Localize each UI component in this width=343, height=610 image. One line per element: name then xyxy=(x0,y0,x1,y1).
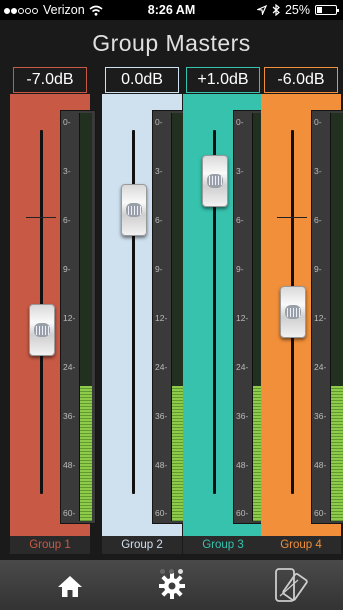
group-name-label: Group 4 xyxy=(261,536,341,554)
meter-scale-label: 24- xyxy=(236,362,249,372)
status-bar: Verizon 8:26 AM 25% xyxy=(0,0,343,20)
battery-percent: 25% xyxy=(284,3,310,17)
battery-icon xyxy=(315,5,339,15)
meter-bar xyxy=(79,113,92,521)
meter-scale-label: 9- xyxy=(155,264,163,274)
bluetooth-icon xyxy=(272,4,280,16)
meter-scale-label: 0- xyxy=(63,117,71,127)
meter-scale-label: 0- xyxy=(236,117,244,127)
meter-scale-label: 60- xyxy=(155,508,168,518)
meter-scale-label: 3- xyxy=(314,166,322,176)
meter-bar xyxy=(330,113,343,521)
fader-handle[interactable] xyxy=(121,184,147,237)
group-name-label: Group 3 xyxy=(183,536,263,554)
meter-scale-label: 12- xyxy=(236,313,249,323)
meter-scale-label: 36- xyxy=(63,411,76,421)
gain-readout[interactable]: -6.0dB xyxy=(264,67,338,93)
meter-scale-label: 24- xyxy=(155,362,168,372)
meter-scale-label: 60- xyxy=(236,508,249,518)
meter-scale-label: 9- xyxy=(314,264,322,274)
meter-scale-label: 48- xyxy=(236,460,249,470)
group-name-label: Group 2 xyxy=(102,536,182,554)
meter-scale-label: 24- xyxy=(63,362,76,372)
meter-level xyxy=(331,386,343,521)
meter-scale-label: 60- xyxy=(63,508,76,518)
meter-scale-label: 6- xyxy=(236,215,244,225)
meter-scale-label: 3- xyxy=(155,166,163,176)
page-indicator xyxy=(0,561,343,579)
fader-handle[interactable] xyxy=(29,304,55,357)
fader-handle[interactable] xyxy=(202,154,228,207)
location-arrow-icon xyxy=(256,5,267,15)
meter-scale-label: 6- xyxy=(155,215,163,225)
meter-scale-label: 0- xyxy=(155,117,163,127)
page-dot[interactable] xyxy=(178,569,183,574)
gain-readout[interactable]: -7.0dB xyxy=(13,67,87,93)
fader-handle[interactable] xyxy=(280,286,306,338)
page-dot[interactable] xyxy=(169,569,174,574)
meter-level xyxy=(80,386,92,521)
meter-scale-label: 6- xyxy=(63,215,71,225)
meter-scale-label: 3- xyxy=(63,166,71,176)
meter-scale-label: 36- xyxy=(155,411,168,421)
meter-scale-label: 12- xyxy=(63,313,76,323)
status-right: 25% xyxy=(256,3,339,17)
meter-scale-label: 48- xyxy=(63,460,76,470)
meter-scale-label: 3- xyxy=(236,166,244,176)
grip-icon xyxy=(34,323,50,338)
page-dot[interactable] xyxy=(160,569,165,574)
grip-icon xyxy=(285,305,301,319)
group-name-label: Group 1 xyxy=(10,536,90,554)
meter-scale-label: 24- xyxy=(314,362,327,372)
gain-readout[interactable]: 0.0dB xyxy=(105,67,179,93)
meter-scale-label: 9- xyxy=(63,264,71,274)
meter-scale-label: 0- xyxy=(314,117,322,127)
meter-scale-label: 48- xyxy=(314,460,327,470)
meter-scale-label: 36- xyxy=(314,411,327,421)
meter-scale-label: 12- xyxy=(314,313,327,323)
group-strip-3: 0- 3- 6- 9- 12- 24- 36- 48- 60- Group 3 xyxy=(183,94,269,554)
level-meter: 0- 3- 6- 9- 12- 24- 36- 48- 60- xyxy=(311,110,343,524)
page-title: Group Masters xyxy=(92,30,251,56)
unity-mark xyxy=(277,217,307,218)
grip-icon xyxy=(207,173,223,188)
meter-scale-label: 48- xyxy=(155,460,168,470)
grip-icon xyxy=(126,203,142,218)
meter-scale-label: 60- xyxy=(314,508,327,518)
group-strip-4: 0- 3- 6- 9- 12- 24- 36- 48- 60- Group 4 xyxy=(261,94,343,554)
gain-readout[interactable]: +1.0dB xyxy=(186,67,260,93)
meter-scale-label: 6- xyxy=(314,215,322,225)
meter-scale-label: 36- xyxy=(236,411,249,421)
group-strip-1: 0- 3- 6- 9- 12- 24- 36- 48- 60- Group 1 xyxy=(10,94,96,554)
unity-mark xyxy=(26,217,56,218)
meter-scale-label: 9- xyxy=(236,264,244,274)
meter-scale-label: 12- xyxy=(155,313,168,323)
group-strip-2: 0- 3- 6- 9- 12- 24- 36- 48- 60- Group 2 xyxy=(102,94,188,554)
level-meter: 0- 3- 6- 9- 12- 24- 36- 48- 60- xyxy=(60,110,96,524)
